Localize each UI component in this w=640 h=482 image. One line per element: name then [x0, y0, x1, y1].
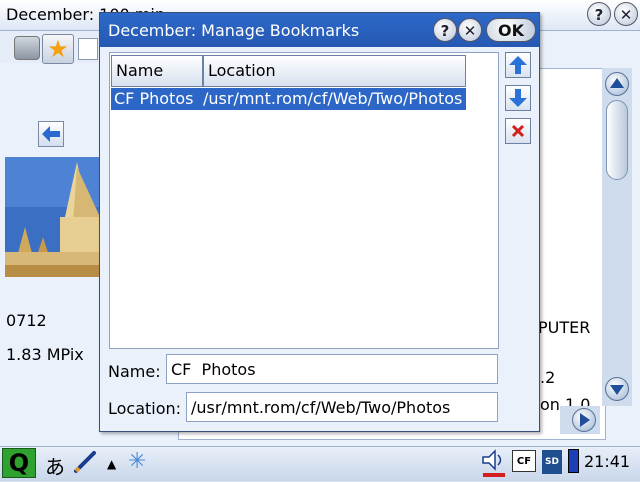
- document-icon[interactable]: [78, 38, 98, 60]
- delete-bookmark-button[interactable]: [505, 118, 531, 144]
- bookmark-location-cell: /usr/mnt.rom/cf/Web/Two/Photos: [203, 89, 463, 108]
- snowflake-icon[interactable]: ✳: [128, 449, 146, 474]
- photo-thumbnail[interactable]: [5, 157, 100, 277]
- location-label: Location:: [108, 399, 182, 418]
- scroll-down-button[interactable]: [605, 377, 629, 401]
- background-detail-text: .2: [540, 368, 556, 387]
- bookmarks-star-icon[interactable]: ★: [42, 34, 74, 64]
- column-header-location[interactable]: Location: [203, 55, 466, 87]
- name-label: Name:: [108, 362, 161, 381]
- sd-card-icon[interactable]: SD: [542, 450, 562, 474]
- arrow-left-icon: [42, 126, 60, 142]
- back-button[interactable]: [38, 121, 64, 147]
- background-close-button[interactable]: ✕: [614, 2, 638, 26]
- bookmark-name-cell: CF Photos: [114, 89, 194, 108]
- manage-bookmarks-dialog: December: Manage Bookmarks ? ✕ OK Name L…: [99, 12, 540, 432]
- start-menu-button[interactable]: Q: [2, 448, 36, 478]
- arrow-up-icon: [509, 56, 527, 74]
- location-field[interactable]: [186, 392, 498, 422]
- volume-icon[interactable]: [481, 448, 507, 482]
- background-help-button[interactable]: ?: [587, 2, 611, 26]
- scrollbar-thumb[interactable]: [606, 100, 628, 180]
- ok-button[interactable]: OK: [486, 18, 536, 42]
- name-field[interactable]: [166, 354, 498, 384]
- background-detail-text: PUTER: [538, 318, 591, 337]
- pen-input-icon[interactable]: [72, 450, 98, 478]
- triangle-down-icon: [610, 385, 624, 395]
- compactflash-icon[interactable]: CF: [512, 450, 536, 472]
- dialog-title: December: Manage Bookmarks: [108, 21, 360, 40]
- clock[interactable]: 21:41: [584, 452, 630, 471]
- move-up-button[interactable]: [505, 52, 531, 78]
- dialog-titlebar: December: Manage Bookmarks ? ✕ OK: [100, 13, 539, 47]
- photo-size: 1.83 MPix: [6, 345, 84, 364]
- triangle-right-icon: [580, 413, 590, 427]
- dialog-help-button[interactable]: ?: [433, 18, 457, 42]
- dialog-close-button[interactable]: ✕: [458, 18, 482, 42]
- tray-up-icon[interactable]: ▲: [107, 457, 116, 471]
- input-method-icon[interactable]: あ: [45, 451, 65, 480]
- battery-icon[interactable]: [568, 449, 579, 473]
- arrow-down-icon: [509, 89, 527, 107]
- move-down-button[interactable]: [505, 85, 531, 111]
- storage-icon[interactable]: [14, 36, 40, 60]
- bookmark-row[interactable]: CF Photos /usr/mnt.rom/cf/Web/Two/Photos: [111, 88, 466, 110]
- photo-id: 0712: [6, 311, 47, 330]
- scroll-right-button[interactable]: [572, 408, 596, 432]
- column-header-name[interactable]: Name: [111, 55, 203, 87]
- delete-icon: [511, 124, 525, 138]
- bookmark-list[interactable]: Name Location CF Photos /usr/mnt.rom/cf/…: [109, 52, 499, 349]
- triangle-up-icon: [610, 78, 624, 88]
- scroll-up-button[interactable]: [605, 72, 629, 96]
- temple-photo: [5, 157, 100, 277]
